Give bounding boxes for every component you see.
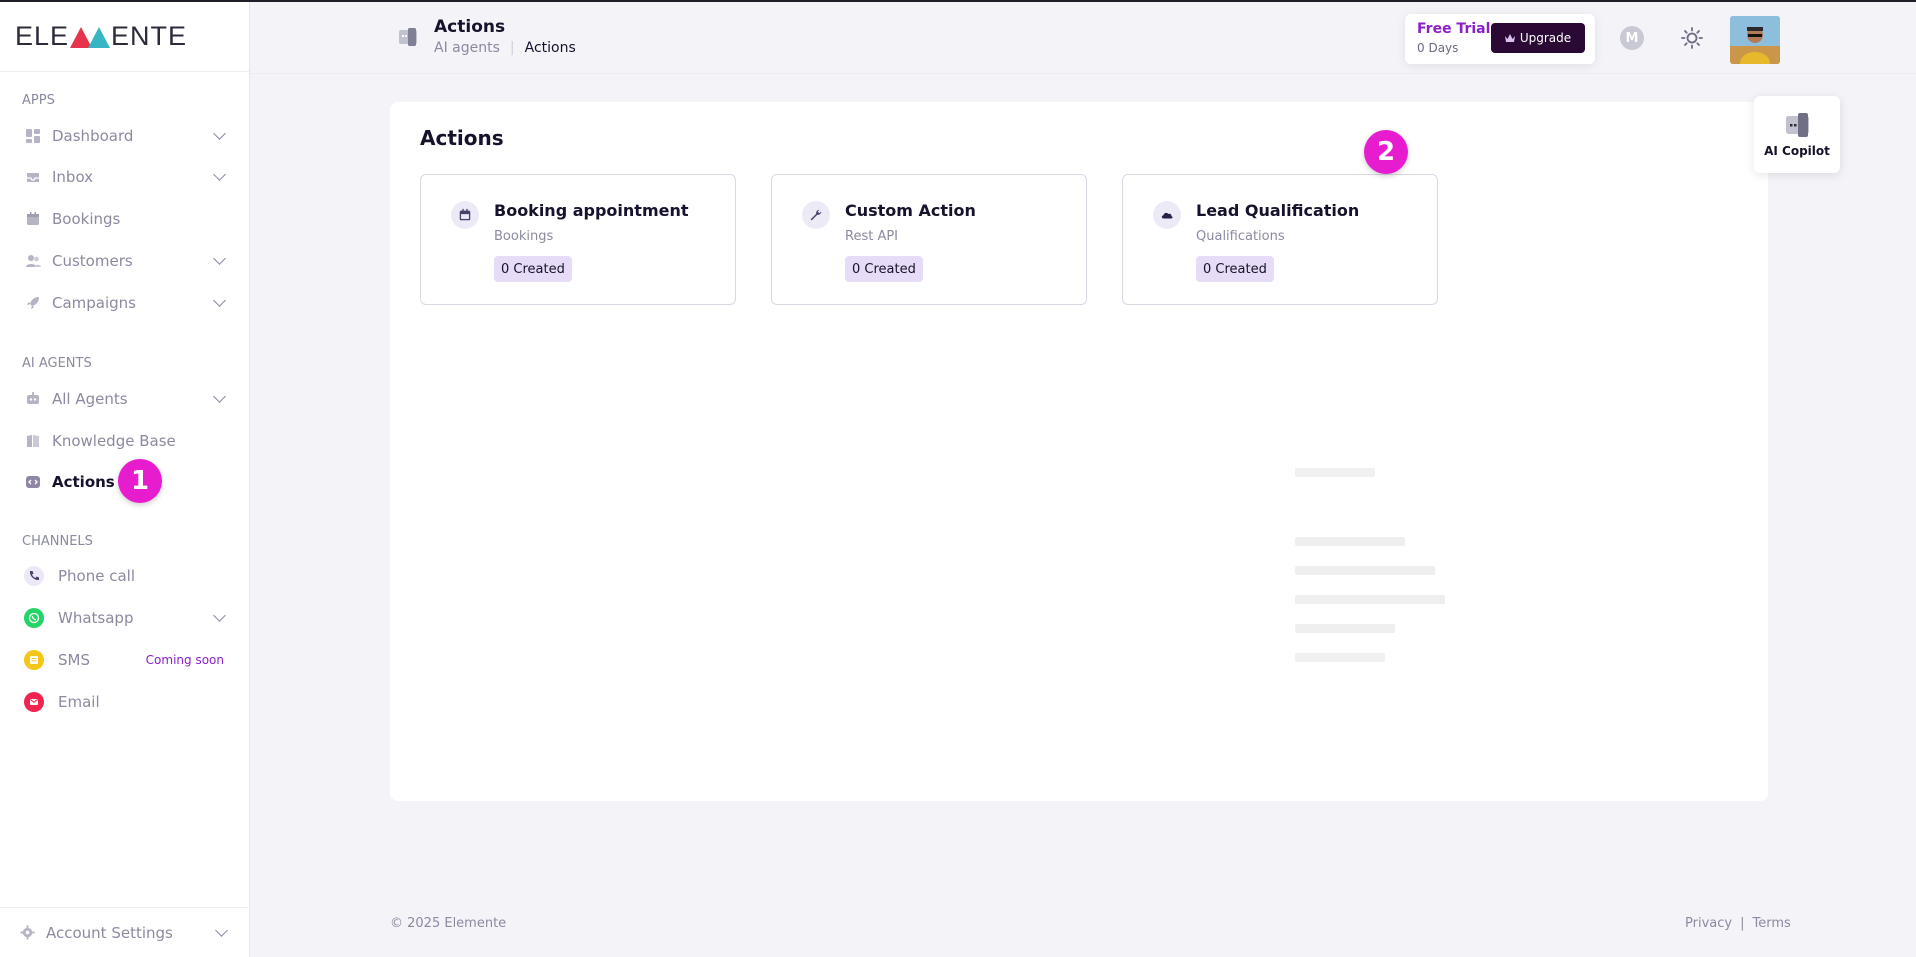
calendar-icon (24, 210, 42, 228)
user-initial-avatar[interactable]: M (1620, 26, 1644, 50)
page-title: Actions (434, 17, 506, 37)
section-label-apps: APPS (22, 93, 55, 108)
footer-separator: | (1740, 916, 1745, 931)
book-icon (24, 432, 42, 450)
phone-icon (24, 566, 44, 586)
created-count-badge: 0 Created (845, 256, 923, 282)
sidebar-toggle-icon[interactable] (398, 28, 418, 46)
sidebar-item-phone-call[interactable]: Phone call (0, 558, 250, 594)
calendar-icon (451, 201, 479, 229)
email-icon (24, 692, 44, 712)
brand-logo[interactable]: ELE ENTE (0, 2, 249, 72)
rocket-icon (24, 294, 42, 312)
terms-link[interactable]: Terms (1752, 916, 1790, 931)
code-icon (24, 473, 42, 491)
footer-copyright: © 2025 Elemente (390, 916, 507, 931)
brand-name-left: ELE (15, 21, 70, 51)
ai-copilot-button[interactable]: AI Copilot (1754, 96, 1840, 173)
trial-days: 0 Days (1417, 41, 1459, 55)
theme-toggle-sun-icon[interactable] (1680, 26, 1704, 50)
breadcrumb-separator: | (509, 40, 515, 56)
action-card-title: Custom Action (845, 201, 976, 220)
sidebar-item-email[interactable]: Email (0, 684, 250, 720)
user-profile-photo[interactable] (1730, 16, 1780, 64)
chevron-down-icon (213, 168, 226, 181)
sidebar-item-dashboard[interactable]: Dashboard (0, 118, 250, 154)
breadcrumb-parent[interactable]: AI agents (434, 40, 500, 56)
sidebar-item-inbox[interactable]: Inbox (0, 159, 250, 195)
chevron-down-icon (213, 294, 226, 307)
brand-name-right: ENTE (111, 21, 188, 51)
sidebar-item-label: Actions (52, 473, 115, 491)
actions-panel: Actions Booking appointment Bookings 0 C… (390, 102, 1768, 801)
action-card-subtitle: Qualifications (1196, 229, 1285, 244)
sidebar-item-bookings[interactable]: Bookings (0, 201, 250, 237)
chevron-down-icon (215, 924, 228, 937)
created-count-badge: 0 Created (1196, 256, 1274, 282)
chevron-down-icon (213, 252, 226, 265)
crown-icon (1504, 33, 1515, 43)
cloud-icon (1153, 201, 1181, 229)
copilot-icon (1785, 113, 1810, 137)
coming-soon-badge: Coming soon (145, 653, 224, 667)
account-settings-label: Account Settings (46, 923, 173, 942)
chevron-down-icon (213, 127, 226, 140)
sidebar-item-knowledge-base[interactable]: Knowledge Base (0, 423, 250, 459)
action-card-title: Lead Qualification (1196, 201, 1360, 220)
section-label-channels: CHANNELS (22, 534, 93, 549)
section-label-ai-agents: AI AGENTS (22, 356, 92, 371)
action-card-title: Booking appointment (494, 201, 689, 220)
step-marker-2: 2 (1364, 130, 1408, 174)
agents-icon (24, 390, 42, 408)
gear-icon (20, 924, 38, 942)
step-marker-1: 1 (118, 459, 162, 503)
sidebar-item-label: Dashboard (52, 127, 134, 145)
dashboard-icon (24, 127, 42, 145)
sidebar-item-label: Customers (52, 252, 133, 270)
sidebar-item-label: Inbox (52, 168, 94, 186)
created-count-badge: 0 Created (494, 256, 572, 282)
sidebar-item-label: Campaigns (52, 294, 137, 312)
account-settings[interactable]: Account Settings (0, 907, 250, 957)
sidebar-item-sms[interactable]: SMS Coming soon (0, 642, 250, 678)
sidebar-item-all-agents[interactable]: All Agents (0, 381, 250, 417)
action-card-custom-action[interactable]: Custom Action Rest API 0 Created (771, 174, 1087, 305)
sidebar: ELE ENTE APPS Dashboard Inbox Bookings C… (0, 2, 250, 957)
whatsapp-icon (24, 608, 44, 628)
sidebar-item-label: Bookings (52, 210, 121, 228)
chevron-down-icon (213, 390, 226, 403)
privacy-link[interactable]: Privacy (1685, 916, 1732, 931)
sidebar-item-label: SMS (58, 651, 90, 669)
sidebar-item-label: Knowledge Base (52, 432, 176, 450)
sidebar-item-label: Email (58, 693, 100, 711)
sidebar-item-customers[interactable]: Customers (0, 243, 250, 279)
actions-heading: Actions (420, 126, 504, 150)
chevron-down-icon (213, 609, 226, 622)
sidebar-item-label: All Agents (52, 390, 128, 408)
sidebar-item-campaigns[interactable]: Campaigns (0, 285, 250, 321)
sidebar-item-label: Phone call (58, 567, 136, 585)
action-card-booking-appointment[interactable]: Booking appointment Bookings 0 Created (420, 174, 736, 305)
free-trial-box: Free Trial 0 Days Upgrade (1405, 14, 1595, 64)
sidebar-item-label: Whatsapp (58, 609, 134, 627)
sidebar-item-whatsapp[interactable]: Whatsapp (0, 600, 250, 636)
upgrade-label: Upgrade (1519, 31, 1572, 45)
breadcrumb-current: Actions (524, 40, 576, 56)
action-card-lead-qualification[interactable]: Lead Qualification Qualifications 0 Crea… (1122, 174, 1438, 305)
copilot-label: AI Copilot (1764, 144, 1830, 158)
breadcrumb: AI agents | Actions (434, 40, 576, 56)
users-icon (24, 252, 42, 270)
inbox-icon (24, 168, 42, 186)
action-card-subtitle: Rest API (845, 229, 899, 244)
top-header: Actions AI agents | Actions Free Trial 0… (250, 2, 1916, 74)
action-card-subtitle: Bookings (494, 229, 554, 244)
upgrade-button[interactable]: Upgrade (1491, 23, 1585, 53)
trial-title: Free Trial (1417, 21, 1491, 37)
logo-triangle-icon (70, 26, 111, 48)
sms-icon (24, 650, 44, 670)
footer-links: Privacy | Terms (1685, 916, 1791, 931)
wrench-icon (802, 201, 830, 229)
